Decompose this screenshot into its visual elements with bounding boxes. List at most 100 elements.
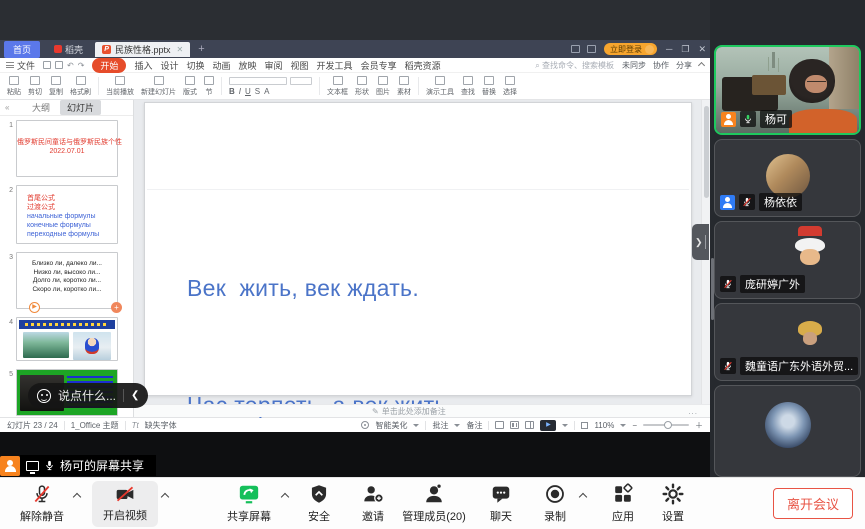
missing-font-label[interactable]: 缺失字体 bbox=[145, 420, 177, 431]
section-button[interactable]: 节 bbox=[204, 76, 214, 97]
menu-slideshow[interactable]: 放映 bbox=[239, 59, 257, 72]
zoom-slider-knob[interactable] bbox=[664, 421, 672, 429]
collaborate-button[interactable]: 协作 bbox=[653, 60, 669, 71]
menu-insert[interactable]: 插入 bbox=[134, 59, 152, 72]
close-button[interactable]: ✕ bbox=[698, 44, 706, 55]
collapse-ribbon-icon[interactable] bbox=[698, 61, 705, 68]
underline-button[interactable]: U bbox=[245, 87, 251, 96]
print-icon[interactable] bbox=[55, 61, 63, 69]
sync-status[interactable]: 未同步 bbox=[622, 60, 646, 71]
participant-tile-partial[interactable] bbox=[714, 385, 861, 477]
new-tab-button[interactable]: + bbox=[198, 43, 204, 55]
zoom-slider[interactable] bbox=[643, 424, 689, 426]
replace-button[interactable]: 替换 bbox=[482, 76, 496, 97]
tab-slides[interactable]: 幻灯片 bbox=[60, 100, 101, 115]
unmute-button[interactable]: 解除静音 bbox=[14, 483, 70, 524]
cut-button[interactable]: 剪切 bbox=[28, 76, 42, 97]
zoom-level[interactable]: 110% bbox=[594, 421, 614, 430]
shapes-button[interactable]: 形状 bbox=[355, 76, 369, 97]
participant-tile-pangyanting[interactable]: 庞研婷广外 bbox=[714, 221, 861, 299]
leave-meeting-button[interactable]: 离开会议 bbox=[773, 488, 853, 519]
restore-button[interactable]: ❐ bbox=[681, 44, 689, 55]
bold-button[interactable]: B bbox=[229, 87, 235, 96]
video-options-chevron[interactable] bbox=[161, 492, 169, 500]
collapse-panel-icon[interactable]: « bbox=[5, 103, 9, 112]
invite-button[interactable]: 邀请 bbox=[352, 483, 394, 524]
grid-icon[interactable] bbox=[587, 45, 596, 53]
strike-button[interactable]: S bbox=[255, 87, 260, 96]
play-current-button[interactable]: 当前播放 bbox=[106, 76, 134, 97]
thumbnail-list[interactable]: 1 俄罗斯民间童话与俄罗斯民族个性 2022.07.01 2 首尾公式 过渡公式 bbox=[0, 116, 133, 417]
tab-document[interactable]: P 民族性格.pptx ✕ bbox=[95, 42, 190, 57]
record-options-chevron[interactable] bbox=[579, 492, 587, 500]
tab-docer[interactable]: 稻壳 bbox=[46, 43, 91, 56]
command-search-input[interactable]: ⌕ 查找命令、搜索模板 bbox=[535, 60, 614, 71]
minimize-button[interactable]: ─ bbox=[666, 44, 672, 54]
slide-thumbnail-3[interactable]: 3 Близко ли, далеко ли... Низко ли, высо… bbox=[3, 252, 128, 309]
menu-docer-res[interactable]: 稻壳资源 bbox=[405, 59, 441, 72]
menu-animation[interactable]: 动画 bbox=[212, 59, 230, 72]
current-slide[interactable]: Век жить, век ждать. Час терпеть, а век … bbox=[144, 102, 692, 396]
record-button[interactable]: 录制 bbox=[534, 483, 576, 524]
redo-icon[interactable]: ↷ bbox=[78, 61, 85, 70]
settings-button[interactable]: 设置 bbox=[652, 483, 694, 524]
textbox-button[interactable]: 文本框 bbox=[327, 76, 348, 97]
notes-more-icon[interactable]: ... bbox=[688, 407, 698, 416]
font-color-button[interactable]: A bbox=[264, 87, 269, 96]
sorter-view-icon[interactable] bbox=[510, 421, 519, 429]
menu-devtools[interactable]: 开发工具 bbox=[317, 59, 353, 72]
chat-input-placeholder[interactable]: 说点什么... bbox=[58, 387, 116, 404]
apps-button[interactable]: 应用 bbox=[602, 483, 644, 524]
play-slide-icon[interactable]: ▶ bbox=[29, 302, 40, 313]
participant-tile-weitongyu[interactable]: 魏童语广东外语外贸... bbox=[714, 303, 861, 381]
present-tools-button[interactable]: 演示工具 bbox=[426, 76, 454, 97]
menu-view[interactable]: 视图 bbox=[291, 59, 309, 72]
layout-button[interactable]: 版式 bbox=[183, 76, 197, 97]
start-video-button[interactable]: 开启视频 bbox=[92, 481, 158, 527]
menu-member[interactable]: 会员专享 bbox=[361, 59, 397, 72]
notes-bar[interactable]: ✎单击此处添加备注 ... bbox=[134, 404, 710, 417]
emoji-icon[interactable] bbox=[37, 389, 51, 403]
close-tab-icon[interactable]: ✕ bbox=[177, 45, 184, 54]
read-view-icon[interactable] bbox=[525, 421, 534, 429]
share-button[interactable]: 分享 bbox=[676, 60, 692, 71]
save-icon[interactable] bbox=[43, 61, 51, 69]
paste-button[interactable]: 粘贴 bbox=[7, 76, 21, 97]
new-slide-button[interactable]: 新建幻灯片 bbox=[141, 76, 176, 97]
font-family-select[interactable] bbox=[229, 77, 287, 85]
quick-chat-bubble[interactable]: 说点什么... ❮ bbox=[28, 383, 148, 408]
copy-button[interactable]: 复制 bbox=[49, 76, 63, 97]
tab-home[interactable]: 首页 bbox=[4, 41, 40, 58]
security-button[interactable]: 安全 bbox=[298, 483, 340, 524]
menu-review[interactable]: 审阅 bbox=[265, 59, 283, 72]
menu-design[interactable]: 设计 bbox=[160, 59, 178, 72]
participant-tile-yangyiyi[interactable]: 杨依依 bbox=[714, 139, 861, 217]
theme-name[interactable]: 1_Office 主题 bbox=[71, 420, 119, 431]
normal-view-icon[interactable] bbox=[495, 421, 504, 429]
tab-outline[interactable]: 大纲 bbox=[32, 101, 50, 114]
add-slide-icon[interactable]: + bbox=[111, 302, 122, 313]
sidebar-collapse-handle[interactable]: ❯ bbox=[692, 224, 709, 260]
play-dropdown-icon[interactable] bbox=[562, 424, 568, 427]
fullscreen-icon[interactable] bbox=[581, 422, 588, 429]
chat-button[interactable]: 聊天 bbox=[480, 483, 522, 524]
manage-members-button[interactable]: 管理成员(20) bbox=[396, 483, 472, 524]
login-button[interactable]: 立即登录 bbox=[604, 43, 657, 55]
select-button[interactable]: 选择 bbox=[503, 76, 517, 97]
share-screen-button[interactable]: 共享屏幕 bbox=[220, 483, 278, 524]
menu-start[interactable]: 开始 bbox=[92, 58, 126, 73]
zoom-out-button[interactable]: − bbox=[632, 421, 637, 430]
font-size-select[interactable] bbox=[290, 77, 312, 85]
assets-button[interactable]: 素材 bbox=[397, 76, 411, 97]
menu-file[interactable]: 文件 bbox=[6, 59, 35, 72]
mic-options-chevron[interactable] bbox=[73, 492, 81, 500]
find-button[interactable]: 查找 bbox=[461, 76, 475, 97]
format-painter-button[interactable]: 格式刷 bbox=[70, 76, 91, 97]
picture-button[interactable]: 图片 bbox=[376, 76, 390, 97]
undo-icon[interactable]: ↶ bbox=[67, 61, 74, 70]
participant-tile-yangke[interactable]: 杨可 bbox=[714, 45, 861, 135]
slide-thumbnail-4[interactable]: 4 bbox=[3, 317, 128, 361]
collapse-bubble-icon[interactable]: ❮ bbox=[131, 390, 139, 401]
zoom-in-button[interactable]: ＋ bbox=[695, 420, 703, 431]
share-options-chevron[interactable] bbox=[281, 492, 289, 500]
